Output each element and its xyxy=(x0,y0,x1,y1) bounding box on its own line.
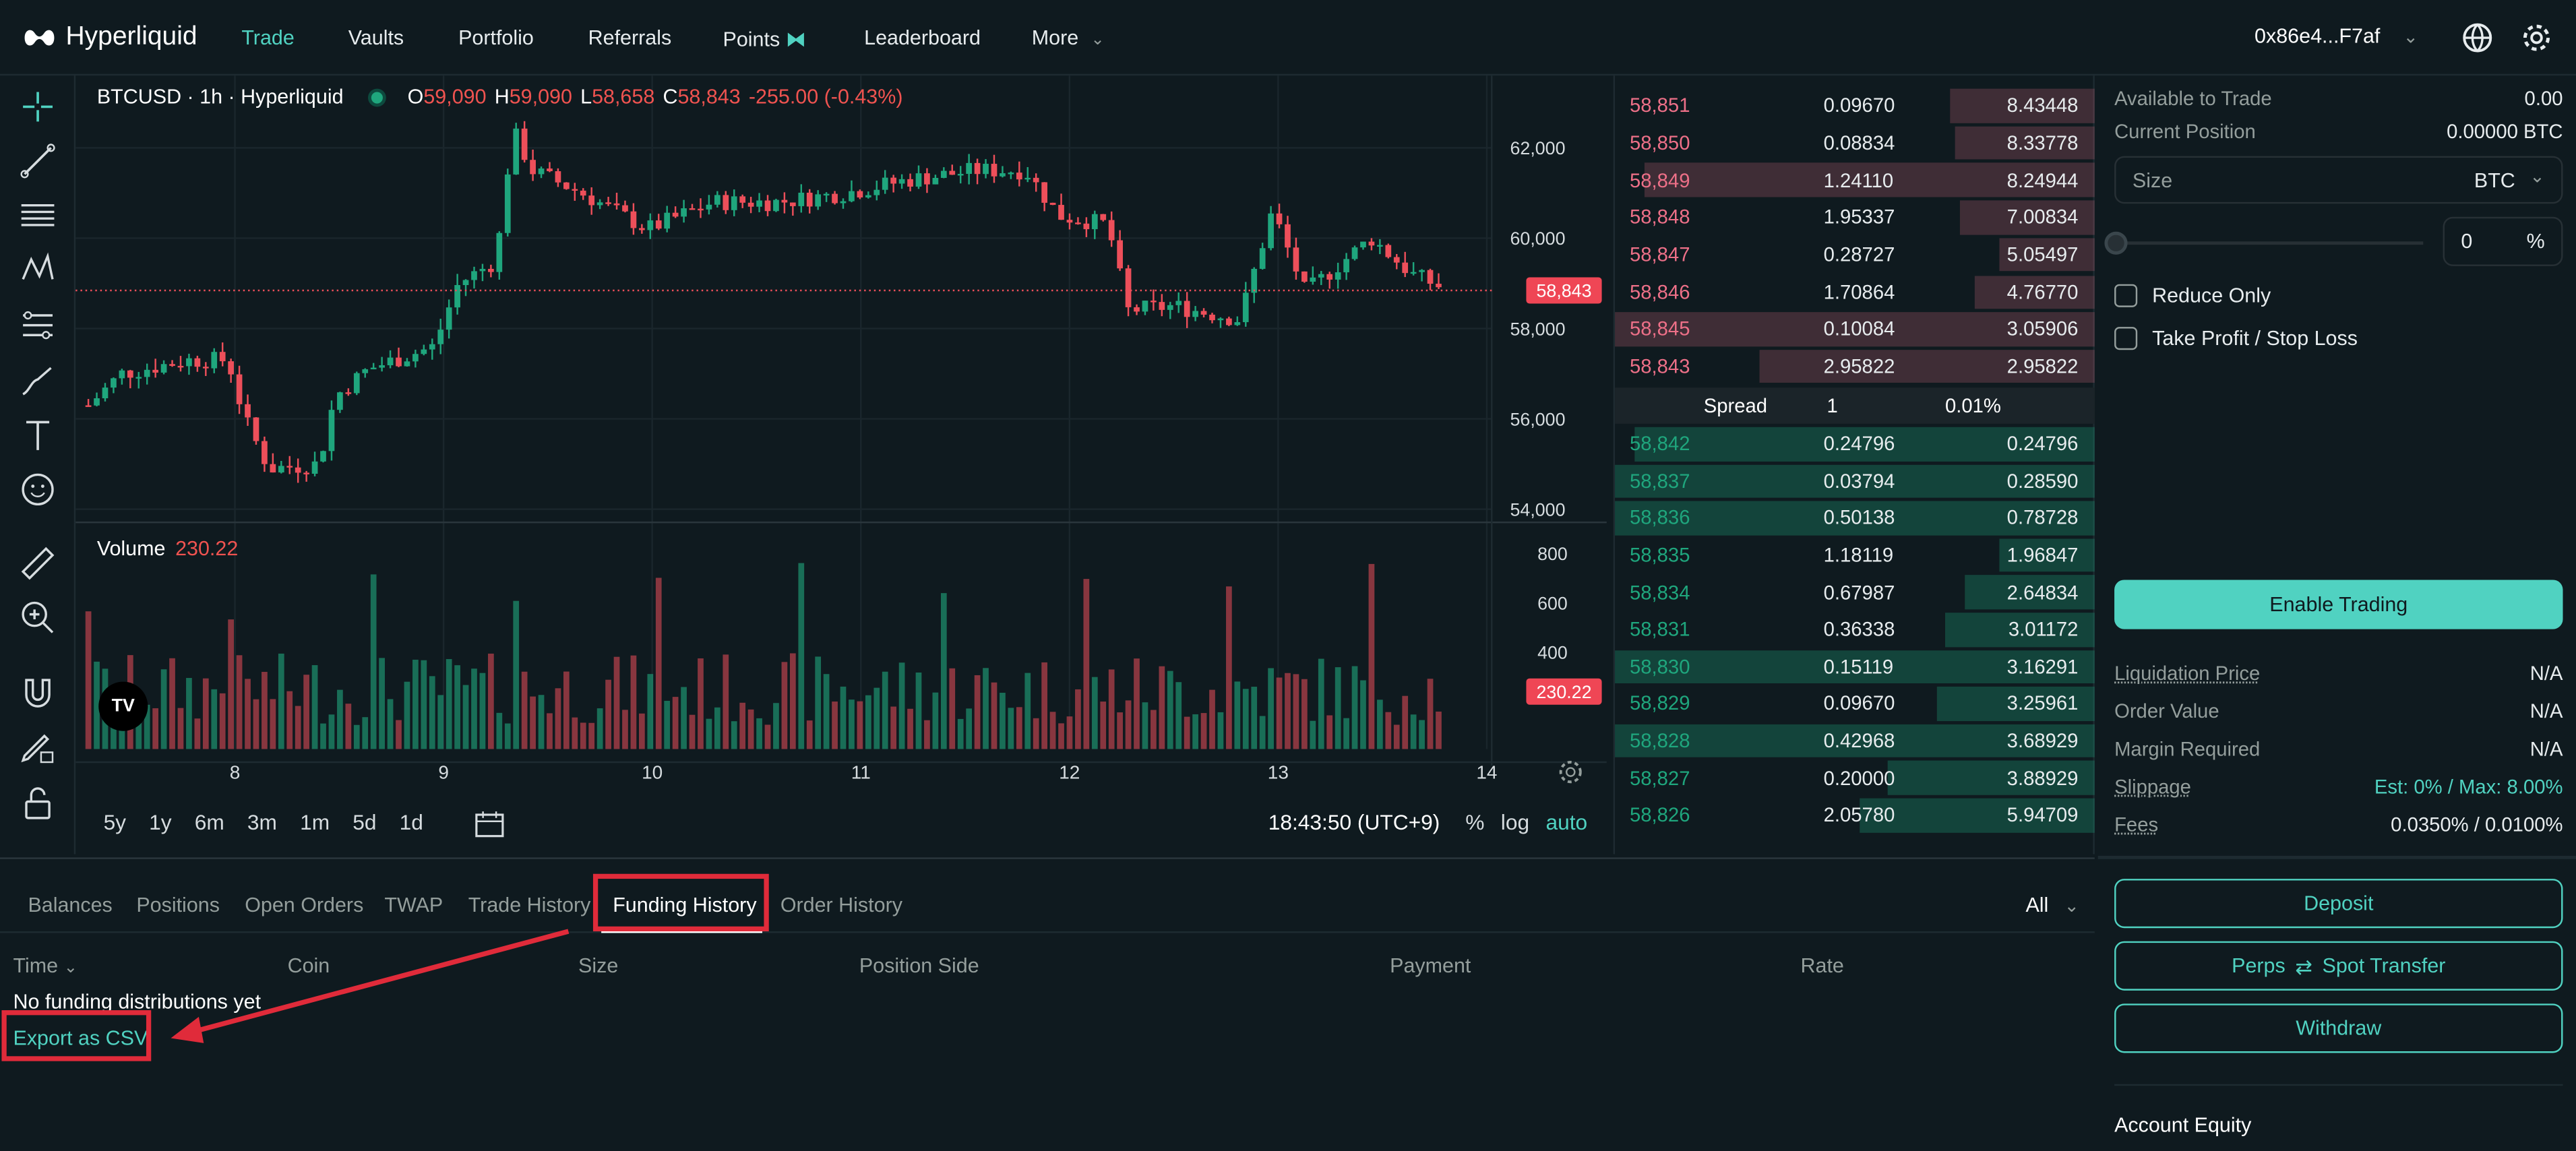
arrow-head-icon xyxy=(171,1016,204,1043)
annotation-arrow xyxy=(171,929,570,1043)
app-root: Hyperliquid Trade Vaults Portfolio Refer… xyxy=(0,0,2576,1151)
